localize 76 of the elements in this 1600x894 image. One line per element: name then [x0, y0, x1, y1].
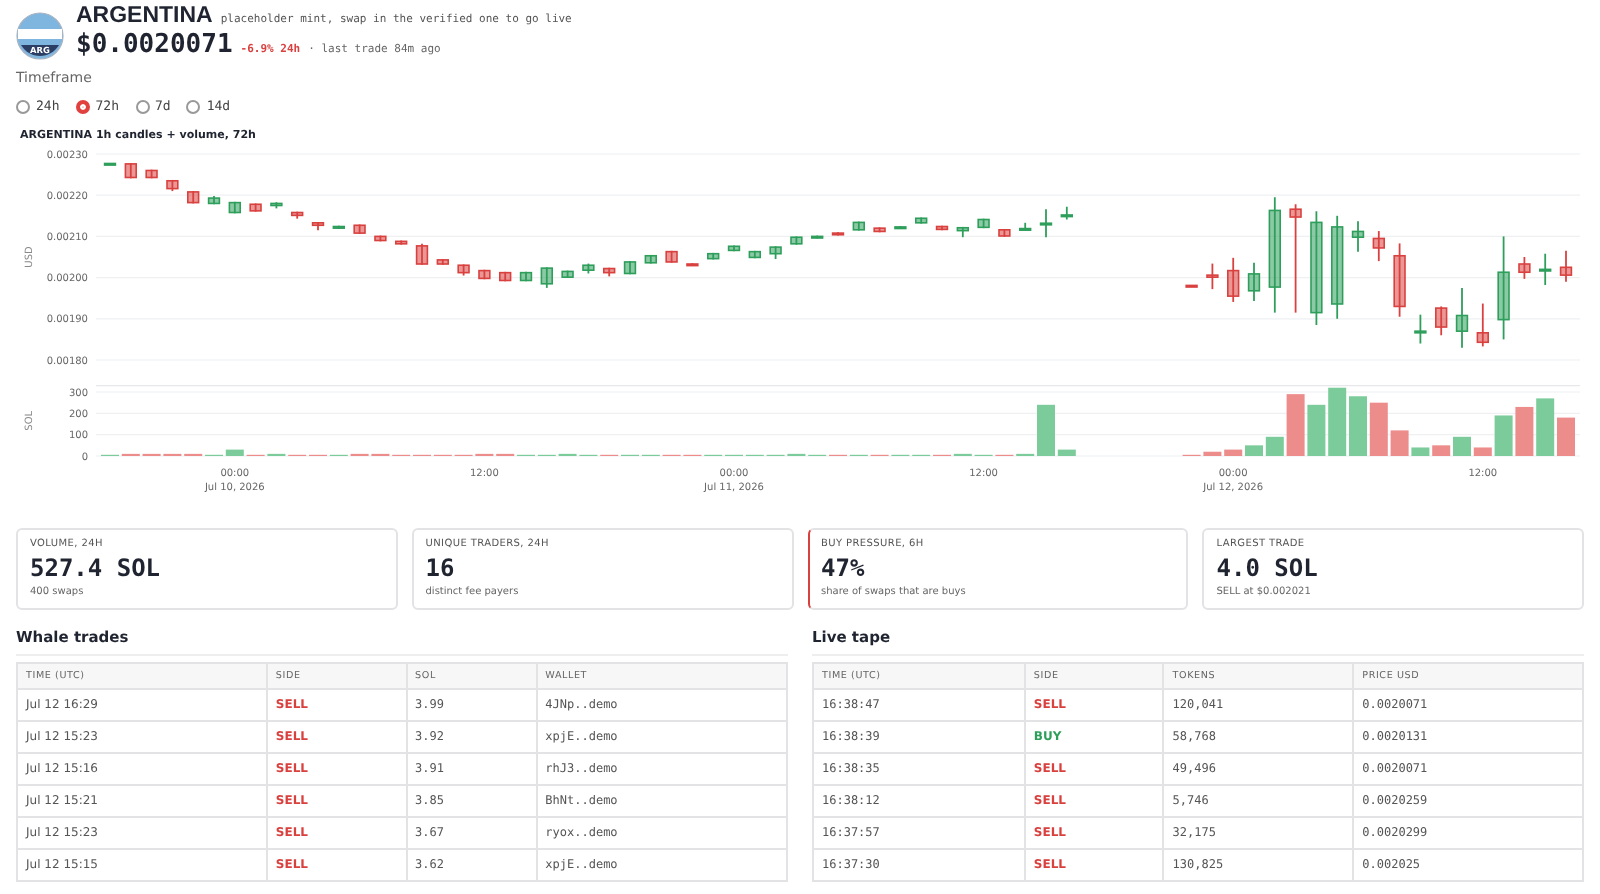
candlestick — [603, 266, 616, 278]
candlestick — [1247, 261, 1261, 302]
candlestick — [623, 260, 637, 276]
candlestick — [935, 224, 949, 232]
candlestick — [977, 217, 990, 230]
candlestick — [1414, 313, 1427, 345]
stat-value: 16 — [425, 554, 457, 582]
candlestick — [1518, 256, 1531, 280]
candlestick — [332, 224, 345, 230]
candlestick — [915, 216, 928, 225]
candlestick — [998, 228, 1011, 238]
candlestick — [811, 234, 824, 240]
candlestick — [873, 226, 886, 234]
candlestick — [582, 262, 595, 275]
stat-value: 4.0 SOL — [1216, 554, 1320, 582]
candlestick — [561, 269, 574, 279]
candlestick — [1227, 256, 1240, 303]
candlestick — [1372, 230, 1385, 262]
candlestick — [1185, 284, 1198, 288]
candlestick — [1539, 252, 1552, 286]
candlestick — [1206, 262, 1219, 291]
candlestick — [686, 262, 699, 267]
candlestick — [353, 223, 366, 235]
candlestick — [124, 162, 137, 180]
candlestick — [748, 249, 761, 260]
candlestick — [1268, 196, 1281, 314]
candlestick — [831, 231, 845, 237]
candlestick — [1060, 205, 1073, 221]
candlestick — [415, 242, 429, 266]
candlestick — [852, 220, 865, 232]
candlestick — [727, 244, 741, 253]
volume-bar — [1307, 404, 1326, 456]
candlestick — [249, 202, 262, 213]
token-name: ARGENTINA — [76, 4, 213, 28]
stat-value: 527.4 SOL — [30, 554, 163, 582]
candlestick — [374, 234, 387, 243]
candlestick — [519, 270, 533, 283]
candlestick — [499, 270, 512, 283]
candlestick — [1559, 249, 1573, 283]
candlestick — [1455, 287, 1469, 349]
candlestick — [1435, 305, 1448, 337]
candlestick — [1289, 203, 1302, 314]
candlestick — [228, 200, 241, 215]
candlestick — [1039, 208, 1053, 239]
candlestick — [207, 195, 221, 206]
candlestick — [478, 268, 491, 281]
candlestick — [145, 168, 158, 180]
candlestick — [311, 221, 325, 232]
candlestick — [956, 226, 969, 239]
token-price: $0.0020071 — [76, 30, 233, 60]
candlestick — [187, 190, 200, 205]
candlestick — [436, 258, 449, 266]
candlestick — [395, 239, 408, 246]
candlestick — [1393, 242, 1406, 318]
volume-bar — [1328, 387, 1347, 456]
candlestick — [1476, 302, 1489, 348]
candlestick — [707, 252, 720, 261]
volume-bar — [1515, 406, 1534, 456]
candlestick — [1019, 221, 1032, 231]
candlestick — [1331, 214, 1344, 320]
candlestick — [1351, 220, 1365, 253]
candlestick — [270, 201, 283, 210]
candlestick — [540, 266, 553, 289]
candlestick — [457, 263, 470, 277]
candlestick — [665, 249, 678, 264]
candlestick — [291, 210, 304, 220]
candlestick — [166, 179, 179, 192]
candlestick — [790, 235, 803, 246]
candlestick — [103, 162, 117, 166]
candlestick — [1310, 210, 1323, 326]
candlestick — [769, 245, 782, 260]
stat-value: 47% — [821, 554, 867, 582]
candlestick — [644, 254, 657, 265]
candlestick — [894, 225, 907, 230]
volume-bar — [1349, 396, 1367, 456]
candlestick — [1497, 235, 1510, 341]
